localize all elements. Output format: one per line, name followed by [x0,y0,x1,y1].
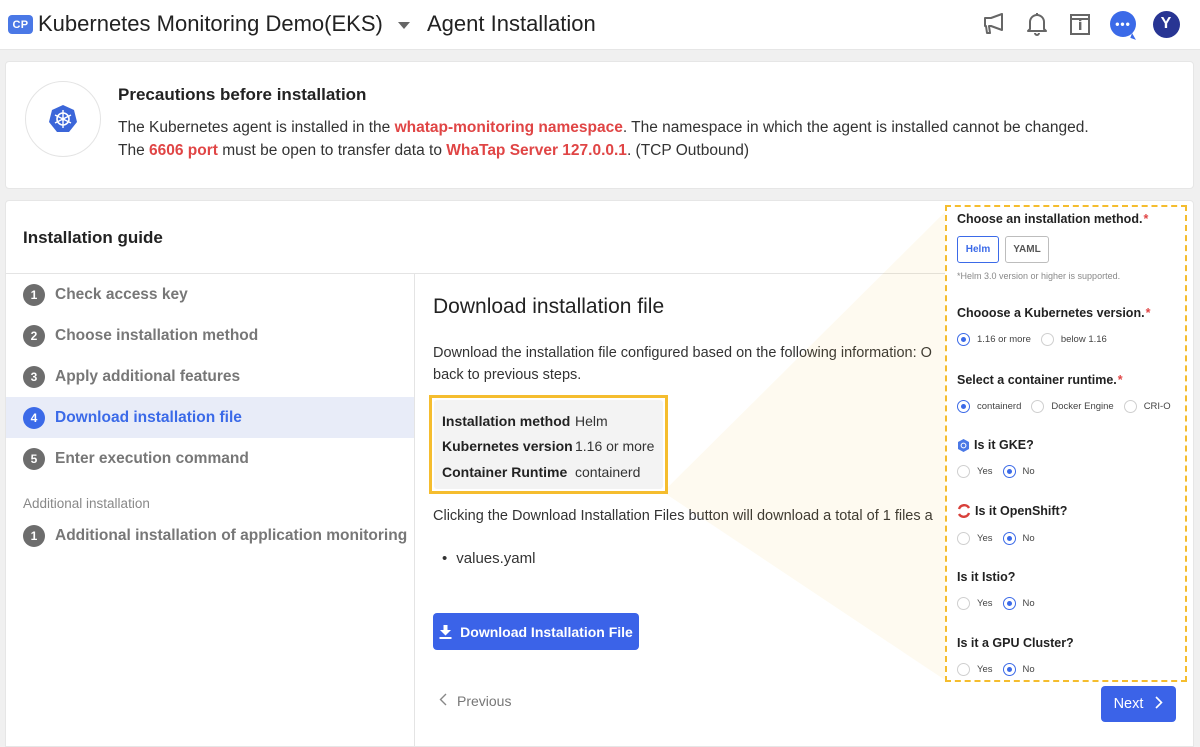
avatar[interactable]: Y [1152,10,1180,38]
radio-below-1-16[interactable]: below 1.16 [1040,333,1107,346]
radio-gpu-yes[interactable]: Yes [957,663,993,676]
step-label: Enter execution command [55,449,249,467]
openshift-icon [957,504,971,518]
step-number: 1 [23,283,45,306]
next-button[interactable]: Next [1101,686,1176,722]
gke-icon [957,438,970,452]
kubernetes-icon [49,105,77,132]
top-bar: CP Kubernetes Monitoring Demo(EKS) Agent… [0,0,1200,50]
content-description: Download the installation file configure… [433,345,932,383]
gpu-cluster-heading: Is it a GPU Cluster? [957,636,1074,650]
yaml-option-button[interactable]: YAML [1005,236,1049,263]
summary-row: Installation method Helm [442,412,608,429]
openshift-radio-group: Yes No [957,532,1045,545]
helm-version-note: *Helm 3.0 version or higher is supported… [957,271,1121,281]
cp-badge: CP [8,15,33,34]
chat-icon[interactable]: ••• [1109,10,1137,38]
radio-istio-no[interactable]: No [1002,597,1035,610]
step-choose-installation-method[interactable]: 2 Choose installation method [6,315,414,356]
gpu-cluster-radio-group: Yes No [957,663,1045,676]
header-actions: ••• Y [980,10,1180,38]
step-check-access-key[interactable]: 1 Check access key [6,274,414,315]
istio-heading: Is it Istio? [957,570,1016,584]
radio-istio-yes[interactable]: Yes [957,597,993,610]
summary-row: Kubernetes version 1.16 or more [442,438,655,455]
info-book-icon[interactable] [1066,10,1094,38]
chevron-down-icon[interactable] [398,22,410,29]
radio-docker-engine[interactable]: Docker Engine [1031,400,1114,413]
step-label: Check access key [55,285,188,303]
radio-gke-yes[interactable]: Yes [957,465,993,478]
port-highlight: 6606 port [149,142,218,159]
radio-openshift-no[interactable]: No [1002,532,1035,545]
precaution-port-text: The 6606 port must be open to transfer d… [118,142,749,159]
container-runtime-radio-group: containerd Docker Engine CRI-O [957,400,1181,413]
step-label: Choose installation method [55,326,259,344]
step-number: 5 [23,447,45,470]
radio-gpu-no[interactable]: No [1002,663,1035,676]
step-number: 3 [23,365,45,388]
step-number: 4 [23,406,45,429]
step-number: 2 [23,324,45,347]
download-installation-file-button[interactable]: Download Installation File [433,613,639,650]
kubernetes-version-radio-group: 1.16 or more below 1.16 [957,333,1117,346]
helm-option-button[interactable]: Helm [957,236,999,263]
guide-title: Installation guide [23,228,163,247]
container-runtime-heading: Select a container runtime. * [957,373,1123,387]
step-enter-execution-command[interactable]: 5 Enter execution command [6,438,414,479]
radio-cri-o[interactable]: CRI-O [1123,400,1171,413]
page-title: Agent Installation [427,11,596,36]
precautions-card: Precautions before installation The Kube… [5,61,1194,189]
precaution-namespace-text: The Kubernetes agent is installed in the… [118,119,1089,136]
kubernetes-version-heading: Chooose a Kubernetes version. * [957,306,1151,320]
server-highlight: WhaTap Server 127.0.0.1 [446,142,627,159]
installation-options-callout: Choose an installation method. * Helm YAM… [945,205,1187,682]
previous-button[interactable]: Previous [439,693,511,709]
chevron-left-icon [439,693,447,709]
installation-method-heading: Choose an installation method. * [957,212,1149,226]
bell-icon[interactable] [1023,10,1051,38]
radio-openshift-yes[interactable]: Yes [957,532,993,545]
summary-row: Container Runtime containerd [442,463,641,480]
sidebar-divider [414,274,415,746]
radio-containerd[interactable]: containerd [957,400,1021,413]
step-additional-application-monitoring[interactable]: 1 Additional installation of application… [6,515,414,556]
download-description: Clicking the Download Installation Files… [433,508,933,524]
project-selector[interactable]: Kubernetes Monitoring Demo(EKS) [38,11,383,37]
istio-radio-group: Yes No [957,597,1045,610]
precautions-title: Precautions before installation [118,85,367,104]
step-download-installation-file[interactable]: 4 Download installation file [6,397,414,438]
file-list: values.yaml [442,550,535,567]
gke-heading: Is it GKE? [957,438,1034,452]
step-number: 1 [23,524,45,547]
chevron-right-icon [1155,695,1164,713]
gke-radio-group: Yes No [957,465,1045,478]
additional-installation-label: Additional installation [23,496,150,511]
step-label: Apply additional features [55,367,241,385]
openshift-heading: Is it OpenShift? [957,504,1067,518]
download-icon [439,624,452,639]
radio-gke-no[interactable]: No [1002,465,1035,478]
summary-box: Installation method Helm Kubernetes vers… [429,395,668,494]
step-apply-additional-features[interactable]: 3 Apply additional features [6,356,414,397]
step-label: Download installation file [55,408,242,426]
radio-1-16-or-more[interactable]: 1.16 or more [957,333,1031,346]
file-item: values.yaml [442,550,535,567]
step-label: Additional installation of application m… [55,526,408,544]
megaphone-icon[interactable] [980,10,1008,38]
namespace-highlight: whatap-monitoring namespace [394,119,623,136]
content-title: Download installation file [433,295,665,318]
kubernetes-logo [25,81,101,157]
